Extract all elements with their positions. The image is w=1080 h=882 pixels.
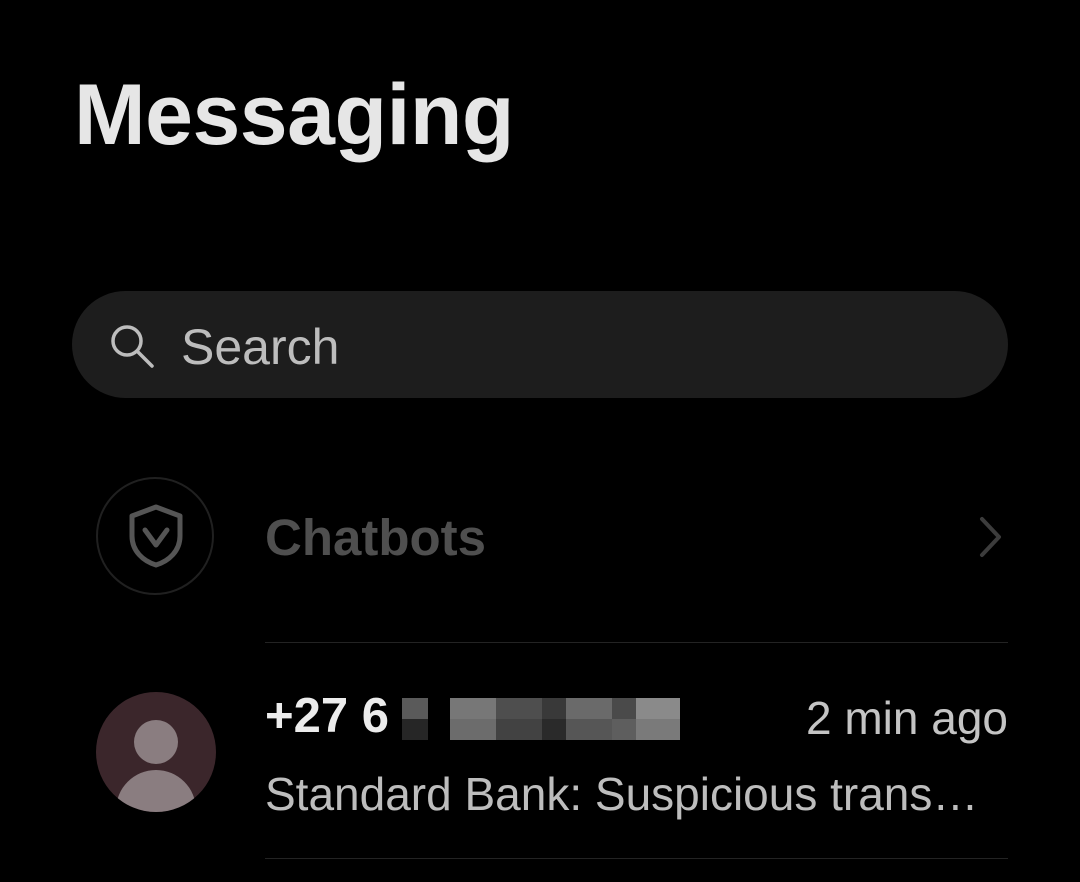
redacted-number [402, 698, 680, 740]
conversation-timestamp: 2 min ago [805, 692, 1008, 744]
shield-check-icon [129, 504, 183, 568]
divider [265, 858, 1008, 859]
chatbots-label: Chatbots [265, 509, 486, 566]
search-icon [111, 325, 154, 368]
search-input[interactable] [181, 318, 961, 376]
conversation-preview: Standard Bank: Suspicious trans… [265, 769, 979, 820]
person-icon [134, 720, 178, 764]
conversation-sender: +27 6 [265, 689, 389, 743]
chevron-right-icon [980, 517, 1001, 557]
page-title: Messaging [74, 67, 514, 163]
avatar [96, 692, 216, 812]
divider [265, 642, 1008, 643]
